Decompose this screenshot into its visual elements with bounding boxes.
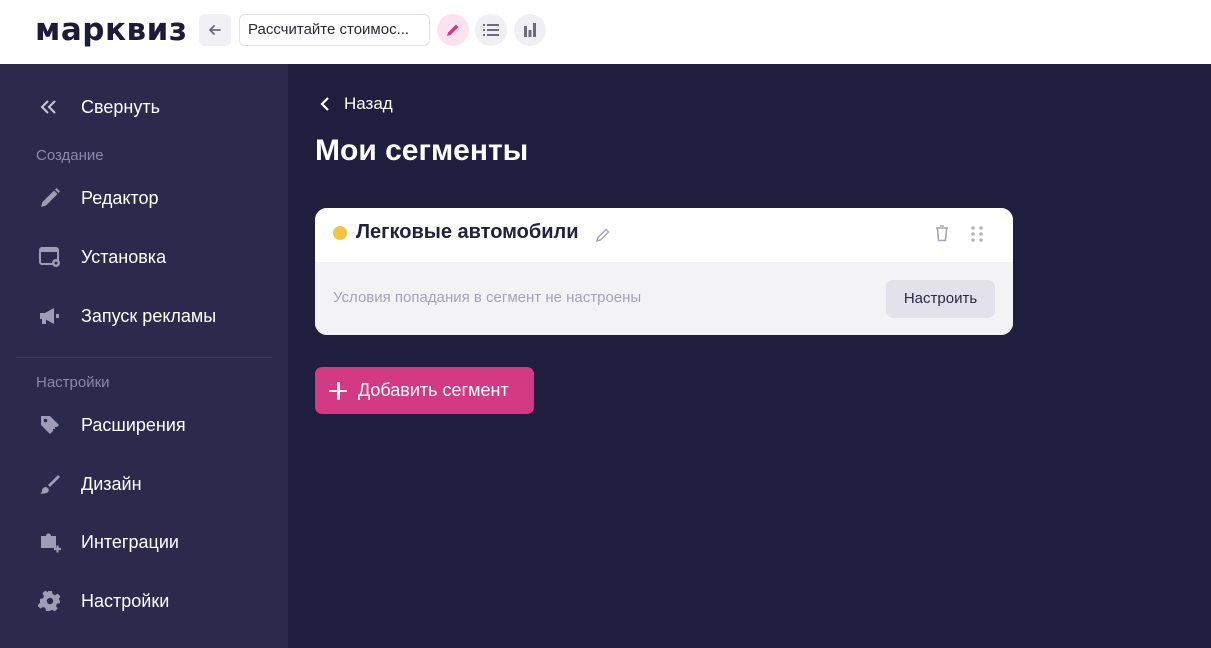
collapse-label: Свернуть [81,96,160,117]
sidebar-item-design[interactable]: Дизайн [36,470,142,498]
section-label-settings: Настройки [36,374,110,391]
top-bar: марквиз Рассчитайте стоимос... [0,0,1211,64]
pencil-icon [36,184,64,212]
sidebar-item-label: Интеграции [81,531,179,552]
drag-dots-icon [971,226,983,242]
drag-handle[interactable] [970,225,984,248]
sidebar: Свернуть Создание Редактор Установка Зап… [0,64,288,648]
segment-card-body: Условия попадания в сегмент не настроены… [315,262,1013,335]
sidebar-item-label: Запуск рекламы [81,305,217,326]
conditions-status-text: Условия попадания в сегмент не настроены [333,289,642,306]
add-segment-button[interactable]: Добавить сегмент [315,367,534,414]
back-link[interactable]: Назад [320,92,393,116]
sidebar-item-label: Дизайн [81,473,142,494]
edit-mode-button[interactable] [437,14,469,46]
puzzle-plus-icon [36,528,64,556]
bar-chart-icon [524,23,536,37]
arrow-left-icon [209,25,221,35]
chevron-left-icon [320,97,329,111]
sidebar-item-label: Редактор [81,187,159,208]
sidebar-item-label: Установка [81,246,167,267]
segment-card-header: Легковые автомобили [315,208,1013,262]
sidebar-item-install[interactable]: Установка [36,243,166,271]
sidebar-divider [16,357,272,358]
sidebar-item-editor[interactable]: Редактор [36,184,158,212]
leads-list-button[interactable] [475,14,507,46]
setup-conditions-button[interactable]: Настроить [886,280,995,318]
pencil-icon [447,24,459,36]
gear-icon [36,587,64,615]
trash-icon [936,225,948,242]
statistics-button[interactable] [514,14,546,46]
double-chevron-left-icon [36,100,62,114]
page-title: Мои сегменты [315,134,529,167]
tag-plus-icon [36,411,64,439]
add-segment-label: Добавить сегмент [358,380,509,400]
install-window-icon [36,243,64,271]
sidebar-item-extensions[interactable]: Расширения [36,411,186,439]
rename-segment-button[interactable] [595,227,611,248]
megaphone-icon [36,302,64,330]
sidebar-item-integrations[interactable]: Интеграции [36,528,179,556]
delete-segment-button[interactable] [934,224,950,247]
sidebar-item-label: Расширения [81,414,186,435]
quiz-title-field[interactable]: Рассчитайте стоимос... [239,14,430,46]
back-arrow-button[interactable] [199,14,231,46]
plus-icon [329,381,347,400]
logo[interactable]: марквиз [35,12,187,48]
segment-color-dot[interactable] [333,226,347,240]
segment-name: Легковые автомобили [356,221,579,243]
sidebar-item-settings[interactable]: Настройки [36,587,169,615]
collapse-sidebar-button[interactable]: Свернуть [36,94,160,120]
sidebar-item-label: Настройки [81,590,170,611]
sidebar-item-ads[interactable]: Запуск рекламы [36,302,216,330]
section-label-create: Создание [36,147,104,164]
segment-card: Легковые автомобили Условия попадания в … [315,208,1013,335]
pencil-icon [595,228,610,243]
brush-icon [36,470,64,498]
back-label: Назад [344,94,393,113]
list-icon [483,24,499,36]
